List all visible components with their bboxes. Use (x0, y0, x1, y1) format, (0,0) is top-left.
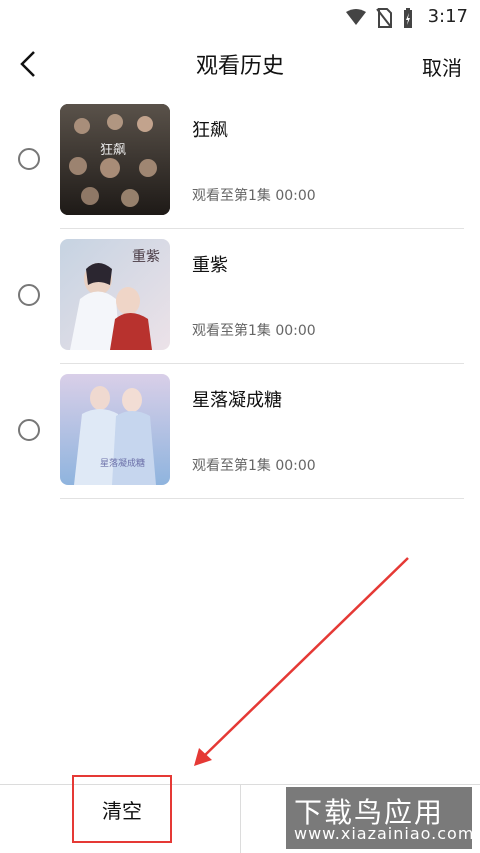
bottom-separator (240, 785, 241, 853)
poster-image[interactable]: 星落凝成糖 (60, 374, 170, 485)
clear-button-label: 清空 (102, 798, 142, 823)
wifi-icon (346, 9, 366, 25)
select-radio[interactable] (18, 284, 40, 306)
poster-image[interactable]: 重紫 (60, 239, 170, 350)
history-list: 狂飙 狂飙 观看至第1集 00:00 重紫 重紫 观看至第1集 00:00 星落… (0, 94, 480, 499)
status-icons (346, 7, 414, 29)
page-title: 观看历史 (195, 54, 284, 79)
poster-title: 星落凝成糖 (100, 457, 145, 469)
status-bar: 3:17 (0, 0, 480, 34)
select-radio[interactable] (18, 148, 40, 170)
watermark-url: www.xiazainiao.com (294, 824, 475, 843)
watermark-logo: 下载鸟应用 www.xiazainiao.com (286, 787, 475, 849)
poster-title: 狂飙 (100, 142, 126, 158)
no-sim-icon (376, 8, 392, 28)
item-title: 重紫 (192, 255, 228, 276)
cancel-button[interactable]: 取消 (422, 52, 462, 81)
item-progress: 观看至第1集 00:00 (192, 458, 316, 474)
list-item[interactable]: 重紫 重紫 观看至第1集 00:00 (0, 229, 480, 364)
poster-image[interactable]: 狂飙 (60, 104, 170, 215)
list-item[interactable]: 星落凝成糖 星落凝成糖 观看至第1集 00:00 (0, 364, 480, 499)
divider (60, 498, 464, 499)
item-title: 星落凝成糖 (192, 390, 282, 411)
item-progress: 观看至第1集 00:00 (192, 323, 316, 339)
poster-title: 重紫 (132, 249, 160, 265)
status-time: 3:17 (427, 6, 468, 27)
top-bar: 观看历史 取消 (0, 34, 480, 94)
clear-button[interactable]: 清空 (72, 775, 172, 843)
select-radio[interactable] (18, 419, 40, 441)
list-item[interactable]: 狂飙 狂飙 观看至第1集 00:00 (0, 94, 480, 229)
item-progress: 观看至第1集 00:00 (192, 188, 316, 204)
item-title: 狂飙 (192, 120, 228, 141)
battery-charging-icon (404, 8, 412, 28)
